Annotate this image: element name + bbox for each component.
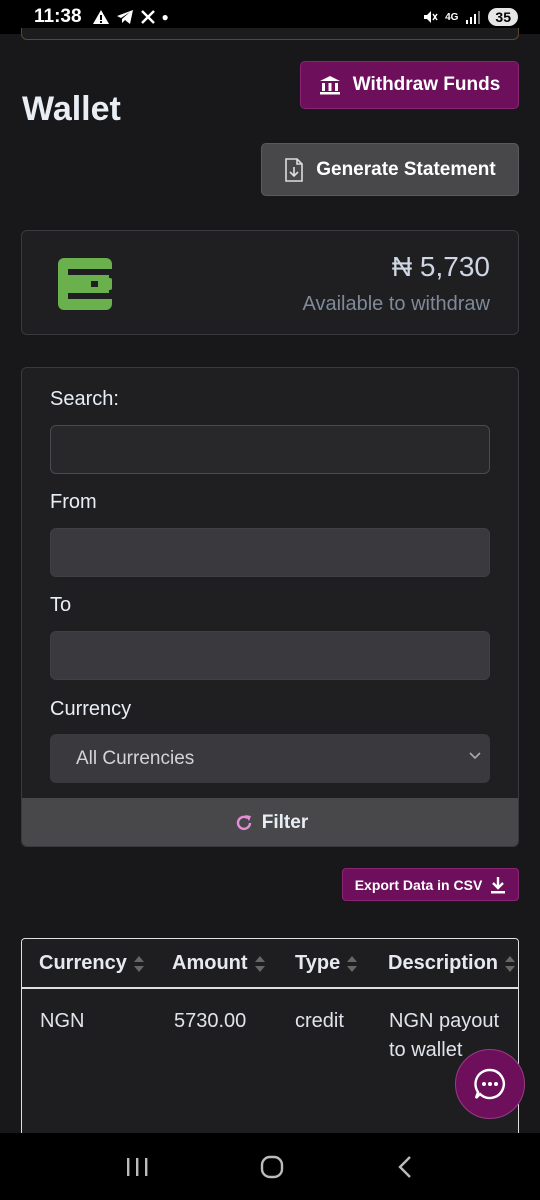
- dot-icon: ●: [161, 10, 169, 24]
- cell-amount: 5730.00: [174, 1010, 247, 1032]
- transactions-table: Currency Amount Type Description NGN 573…: [21, 938, 519, 1134]
- search-input[interactable]: [50, 425, 490, 474]
- sort-icon: [133, 955, 144, 972]
- warning-icon: [92, 10, 109, 24]
- currency-label: Currency: [50, 698, 132, 720]
- sort-icon: [505, 955, 516, 972]
- chat-bubble-icon: [474, 1068, 505, 1100]
- chat-button[interactable]: [455, 1049, 525, 1119]
- search-label: Search:: [50, 388, 119, 410]
- clock: 11:38: [34, 6, 82, 27]
- from-label: From: [50, 491, 97, 513]
- signal-icon: [466, 11, 481, 24]
- table-header: Currency Amount Type Description: [22, 939, 518, 989]
- export-csv-label: Export Data in CSV: [354, 876, 483, 893]
- download-icon: [491, 876, 506, 893]
- currency-select[interactable]: All Currencies: [50, 734, 490, 783]
- bank-icon: [319, 76, 340, 95]
- to-label: To: [50, 594, 72, 616]
- withdraw-funds-button[interactable]: Withdraw Funds: [300, 61, 519, 109]
- filter-panel: Search: From To Currency All Currencies …: [21, 367, 519, 847]
- filter-button[interactable]: Filter: [22, 798, 518, 846]
- column-header-type[interactable]: Type: [295, 952, 358, 975]
- filter-label: Filter: [261, 812, 309, 833]
- previous-card-edge: [21, 28, 519, 40]
- battery-indicator: 35: [488, 8, 518, 26]
- chevron-down-icon: [469, 752, 481, 760]
- column-header-currency[interactable]: Currency: [39, 952, 145, 975]
- mute-icon: [424, 11, 438, 23]
- from-date-field[interactable]: [50, 528, 490, 577]
- notification-icons: ●: [92, 9, 169, 25]
- export-csv-button[interactable]: Export Data in CSV: [342, 868, 519, 901]
- withdraw-funds-label: Withdraw Funds: [352, 74, 501, 95]
- cell-type: credit: [295, 1010, 344, 1032]
- column-header-description[interactable]: Description: [388, 952, 516, 975]
- refresh-icon: [236, 815, 251, 831]
- sort-icon: [254, 955, 265, 972]
- wallet-icon: [58, 258, 112, 310]
- page-title: Wallet: [22, 90, 121, 128]
- system-navigation-bar: [0, 1133, 540, 1200]
- column-header-amount[interactable]: Amount: [172, 952, 266, 975]
- back-icon[interactable]: [394, 1154, 416, 1180]
- x-icon: [140, 10, 155, 24]
- balance-card: ₦ 5,730 Available to withdraw: [21, 230, 519, 335]
- currency-selected-value: All Currencies: [76, 747, 195, 769]
- home-icon[interactable]: [259, 1154, 285, 1180]
- cell-currency: NGN: [40, 1010, 85, 1032]
- file-download-icon: [285, 157, 304, 182]
- generate-statement-button[interactable]: Generate Statement: [261, 143, 519, 196]
- recent-apps-icon[interactable]: [124, 1155, 150, 1179]
- telegram-icon: [116, 10, 133, 24]
- system-icons: 4G 35: [422, 8, 518, 26]
- to-date-field[interactable]: [50, 631, 490, 680]
- balance-amount: ₦ 5,730: [391, 251, 490, 282]
- sort-icon: [347, 955, 358, 972]
- network-type: 4G: [445, 11, 459, 23]
- generate-statement-label: Generate Statement: [316, 158, 496, 180]
- balance-subtitle: Available to withdraw: [302, 293, 490, 315]
